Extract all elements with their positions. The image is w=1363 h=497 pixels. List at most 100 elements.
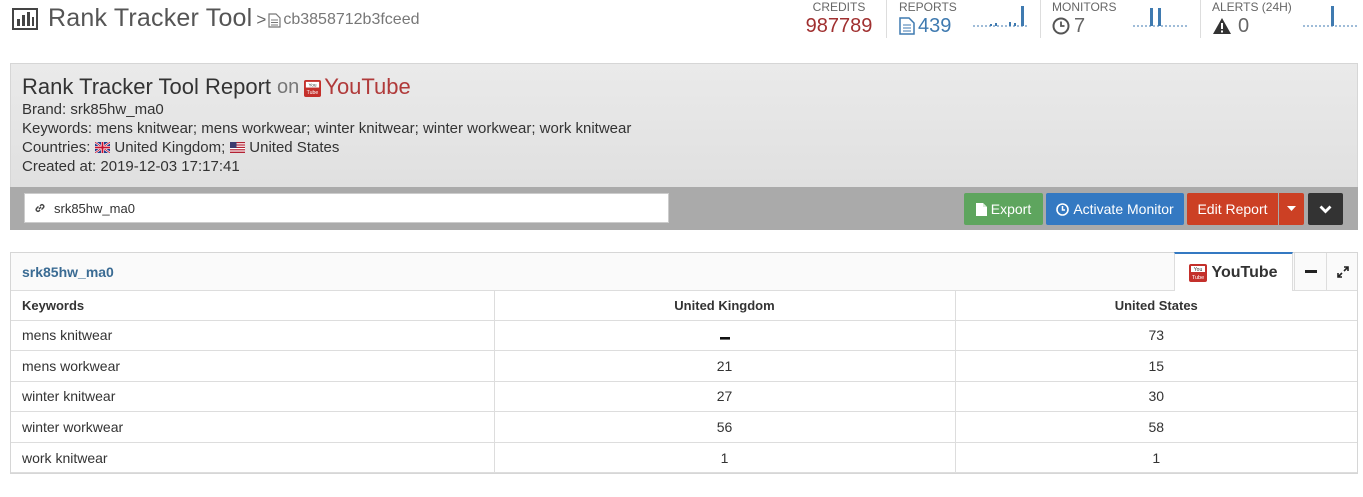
report-title-text: Rank Tracker Tool Report <box>22 74 272 99</box>
panel-title[interactable]: srk85hw_ma0 <box>22 264 114 280</box>
edit-report-dropdown[interactable] <box>1279 193 1304 225</box>
app-title-group: Rank Tracker Tool > cb3858712b3fceed <box>12 4 419 33</box>
svg-text:You: You <box>309 82 317 88</box>
us-rank-cell: 15 <box>954 350 1357 382</box>
table-row: mens knitwear 73 <box>11 319 1357 352</box>
keywords-line: Keywords: mens knitwear; mens workwear; … <box>22 120 631 137</box>
reports-label: REPORTS <box>899 0 957 14</box>
us-rank-cell: 73 <box>954 319 1357 352</box>
svg-text:You: You <box>1194 267 1203 273</box>
keyword-cell: winter knitwear <box>11 380 495 413</box>
credits-value: 987789 <box>805 15 873 37</box>
alerts-value: 0 <box>1238 15 1250 37</box>
panel-header: srk85hw_ma0 You Tube YouTube <box>11 252 1358 291</box>
column-header-us[interactable]: United States <box>954 291 1357 321</box>
results-table: Keywords United Kingdom United States me… <box>11 291 1357 474</box>
tab-youtube-label: YouTube <box>1211 263 1278 281</box>
uk-rank-cell: 56 <box>493 411 956 443</box>
svg-text:Tube: Tube <box>1192 275 1204 281</box>
column-header-keywords[interactable]: Keywords <box>11 291 495 321</box>
keyword-cell: work knitwear <box>11 441 495 474</box>
no-rank-dash <box>719 337 730 340</box>
search-input[interactable] <box>54 200 614 216</box>
countries-label: Countries: <box>22 139 91 156</box>
caret-down-icon <box>1287 206 1296 211</box>
expand-button[interactable] <box>1326 253 1358 290</box>
minimize-icon <box>1304 269 1317 273</box>
document-icon <box>268 12 281 28</box>
divider <box>1200 0 1201 38</box>
results-panel: srk85hw_ma0 You Tube YouTube Keywords Un… <box>10 252 1358 474</box>
link-icon <box>35 204 45 212</box>
clock-icon <box>1052 17 1070 35</box>
monitors-value: 7 <box>1074 15 1086 37</box>
us-rank-cell: 1 <box>954 441 1357 474</box>
more-options-button[interactable] <box>1308 193 1343 225</box>
breadcrumb-separator: > <box>256 10 267 29</box>
country-uk: United Kingdom; <box>114 139 226 156</box>
activate-monitor-label: Activate Monitor <box>1073 201 1174 217</box>
keywords-label: Keywords: <box>22 120 93 137</box>
youtube-icon: You Tube <box>1189 263 1208 282</box>
credits-stat: CREDITS 987789 <box>799 0 879 40</box>
top-bar: Rank Tracker Tool > cb3858712b3fceed CRE… <box>0 0 1363 44</box>
brand-line: Brand: srk85hw_ma0 <box>22 101 164 118</box>
expand-icon <box>1336 265 1349 278</box>
minimize-button[interactable] <box>1294 253 1326 290</box>
edit-report-label: Edit Report <box>1197 201 1268 217</box>
file-icon <box>975 202 987 216</box>
keyword-cell: mens workwear <box>11 350 495 382</box>
uk-rank-cell <box>493 319 956 352</box>
column-header-uk[interactable]: United Kingdom <box>493 291 956 321</box>
us-rank-cell: 58 <box>954 411 1357 443</box>
brand-value: srk85hw_ma0 <box>70 101 164 118</box>
export-label: Export <box>990 201 1032 217</box>
monitors-label: MONITORS <box>1052 0 1117 14</box>
report-toolbar: Export Activate Monitor Edit Report <box>10 187 1358 230</box>
search-box[interactable] <box>24 193 669 223</box>
created-value: 2019-12-03 17:17:41 <box>100 158 240 175</box>
reports-value: 439 <box>918 15 952 37</box>
alerts-sparkline <box>1303 6 1359 27</box>
created-line: Created at: 2019-12-03 17:17:41 <box>22 158 240 175</box>
edit-report-button[interactable]: Edit Report <box>1187 193 1278 225</box>
youtube-icon: You Tube <box>304 79 322 97</box>
report-title-on: on <box>277 75 300 98</box>
table-row: work knitwear 1 1 <box>11 441 1357 474</box>
chevron-down-icon <box>1319 205 1332 213</box>
monitors-sparkline <box>1133 8 1189 27</box>
countries-line: Countries: United Kingdom; United States <box>22 139 339 156</box>
app-title[interactable]: Rank Tracker Tool <box>48 4 252 33</box>
bar-chart-icon <box>12 7 38 30</box>
uk-rank-cell: 21 <box>493 350 956 382</box>
us-flag-icon <box>230 142 246 153</box>
alerts-stat[interactable]: ALERTS (24H) 0 <box>1212 0 1292 40</box>
country-us: United States <box>249 139 340 156</box>
report-title: Rank Tracker Tool Report on You Tube You… <box>22 74 411 100</box>
activate-monitor-button[interactable]: Activate Monitor <box>1046 193 1184 225</box>
export-button[interactable]: Export <box>964 193 1043 225</box>
table-row: winter workwear 56 58 <box>11 411 1357 443</box>
keyword-cell: winter workwear <box>11 411 495 443</box>
keywords-value: mens knitwear; mens workwear; winter kni… <box>96 120 632 137</box>
table-header-row: Keywords United Kingdom United States <box>11 291 1357 321</box>
divider <box>886 0 887 38</box>
uk-flag-icon <box>95 142 111 153</box>
report-platform[interactable]: YouTube <box>324 74 410 100</box>
power-icon <box>1056 202 1070 216</box>
report-header: Rank Tracker Tool Report on You Tube You… <box>10 63 1358 187</box>
reports-stat[interactable]: REPORTS 439 <box>899 0 957 40</box>
monitors-stat[interactable]: MONITORS 7 <box>1052 0 1116 40</box>
document-icon <box>899 17 915 35</box>
table-row: winter knitwear 27 30 <box>11 380 1357 413</box>
brand-label: Brand: <box>22 101 67 118</box>
created-label: Created at: <box>22 158 97 175</box>
alerts-label: ALERTS (24H) <box>1212 0 1292 14</box>
report-id: cb3858712b3fceed <box>283 11 420 28</box>
table-row: mens workwear 21 15 <box>11 350 1357 382</box>
reports-sparkline <box>973 6 1029 27</box>
warning-icon <box>1213 18 1231 34</box>
uk-rank-cell: 27 <box>493 380 956 413</box>
svg-text:Tube: Tube <box>307 90 319 96</box>
tab-youtube[interactable]: You Tube YouTube <box>1174 252 1293 291</box>
